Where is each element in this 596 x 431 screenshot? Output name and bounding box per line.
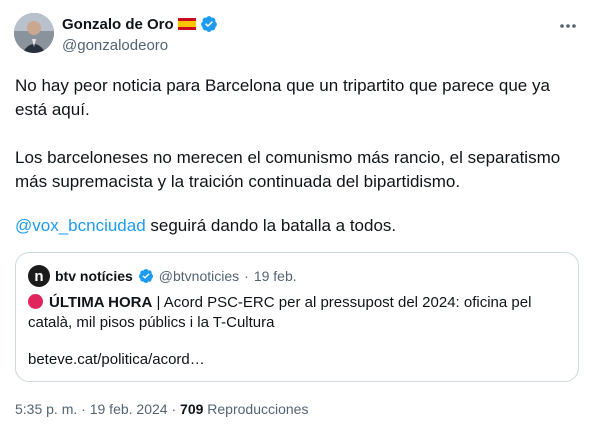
views-label: Reproducciones	[207, 401, 309, 417]
verified-badge-icon	[138, 269, 153, 283]
tweet: Gonzalo de Oro @gonzalodeoro No hay peor…	[0, 0, 596, 431]
spain-flag-icon	[177, 18, 196, 30]
quoted-headline-rest: | Acord PSC-ERC per al pressupost del 20…	[152, 294, 532, 311]
quoted-author-handle: @btvnoticies	[158, 268, 240, 284]
tweet-date[interactable]: 19 feb. 2024	[90, 401, 168, 417]
tweet-paragraph-1: No hay peor noticia para Barcelona que u…	[15, 74, 581, 122]
separator-dot: ·	[81, 401, 86, 417]
view-count: 709	[180, 401, 204, 417]
quoted-tweet-text: ÚLTIMA HORA | Acord PSC-ERC per al press…	[28, 293, 568, 333]
tweet-text-line: @vox_bcnciudad seguirá dando la batalla …	[15, 214, 581, 238]
separator-dot: ·	[171, 401, 177, 417]
quoted-headline-bold: ÚLTIMA HORA	[49, 294, 153, 311]
quoted-author-name: btv notícies	[55, 268, 133, 284]
quoted-headline-line2: català, mil pisos públics i la T-Cultura	[28, 314, 275, 331]
quoted-link[interactable]: beteve.cat/politica/acord…	[28, 351, 205, 368]
tweet-text-line: está aquí.	[15, 100, 90, 119]
quoted-date: 19 feb.	[253, 268, 297, 284]
avatar[interactable]	[14, 13, 54, 53]
btv-logo-icon: n	[28, 265, 50, 287]
more-horizontal-icon	[560, 24, 576, 28]
author-name[interactable]: Gonzalo de Oro	[62, 16, 174, 33]
author-name-row: Gonzalo de Oro	[62, 15, 218, 33]
red-circle-icon	[28, 294, 43, 309]
avatar-photo-icon	[14, 13, 54, 53]
tweet-text-line: Los barceloneses no merecen el comunismo…	[15, 148, 561, 167]
verified-badge-icon	[200, 16, 217, 32]
tweet-text-rest: seguirá dando la batalla a todos.	[145, 216, 397, 235]
more-options-button[interactable]	[558, 17, 578, 35]
quoted-tweet-header: n btv notícies @btvnoticies · 19 feb.	[28, 265, 297, 287]
tweet-time[interactable]: 5:35 p. m.	[15, 401, 77, 417]
tweet-text-line: más supremacista y la traición continuad…	[15, 172, 461, 191]
author-handle[interactable]: @gonzalodeoro	[62, 37, 168, 54]
quoted-tweet-card[interactable]: n btv notícies @btvnoticies · 19 feb. ÚL…	[15, 252, 579, 382]
mention-link[interactable]: @vox_bcnciudad	[15, 216, 146, 235]
tweet-text-line: No hay peor noticia para Barcelona que u…	[15, 76, 550, 95]
tweet-meta: 5:35 p. m. · 19 feb. 2024 · 709 Reproduc…	[15, 401, 308, 417]
tweet-paragraph-3: @vox_bcnciudad seguirá dando la batalla …	[15, 214, 581, 238]
separator-dot: ·	[244, 268, 249, 284]
tweet-paragraph-2: Los barceloneses no merecen el comunismo…	[15, 146, 581, 194]
